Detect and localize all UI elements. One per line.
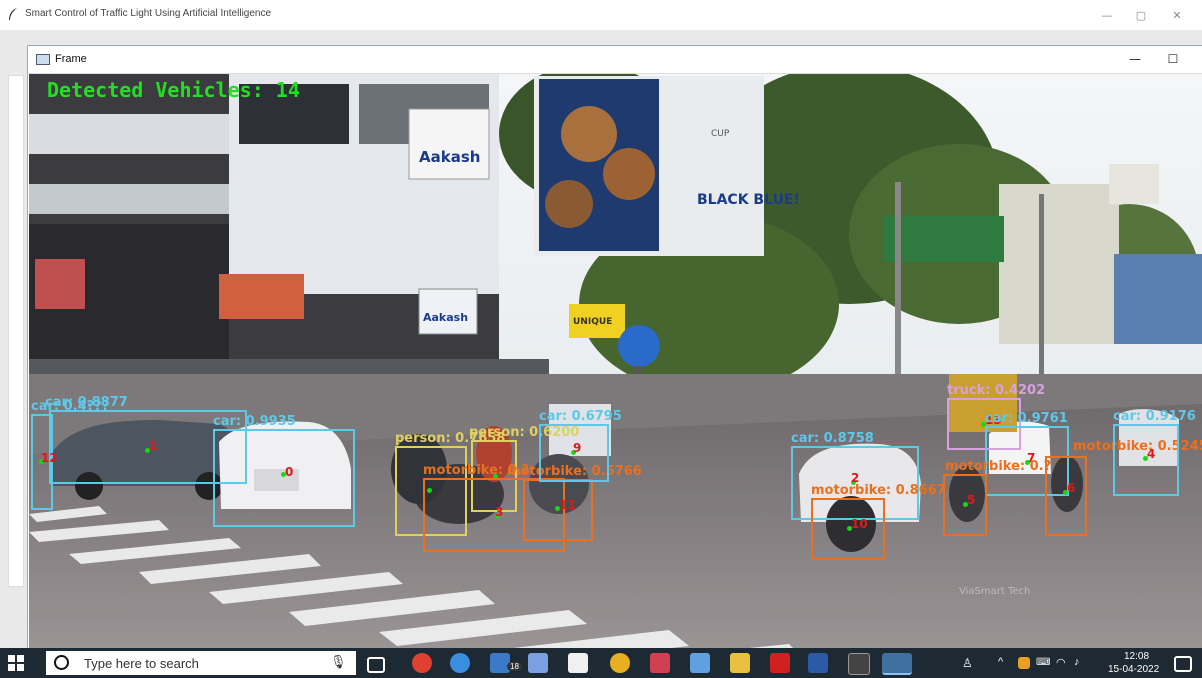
detection-box: [213, 429, 355, 527]
detection-track-id: 1: [149, 439, 158, 453]
word-icon[interactable]: [808, 653, 828, 673]
detection-track-id: 6: [1067, 481, 1076, 495]
detection-label: truck: 0.4202: [947, 383, 1046, 398]
app-title: Smart Control of Traffic Light Using Art…: [25, 8, 272, 19]
street-scene: Aakash Aakash BLACK BLUE! CUP UNIQUE Via…: [29, 74, 1202, 649]
people-icon[interactable]: ♙: [962, 656, 973, 670]
wifi-icon[interactable]: ◠: [1056, 656, 1066, 669]
detection-track-id: 5: [967, 493, 976, 507]
acrobat-icon[interactable]: [770, 653, 790, 673]
detection-track-id: 12: [41, 451, 58, 465]
detection-track-id: 0: [285, 465, 294, 479]
detection-track-id: 9: [573, 441, 582, 455]
aakash-sign-upper: Aakash: [419, 148, 480, 166]
app-minimize-button[interactable]: —: [1090, 0, 1124, 30]
svg-text:ViaSmart Tech: ViaSmart Tech: [959, 586, 1030, 597]
detection-label: motorbike: 0.?: [945, 459, 1052, 474]
detection-track-id: 10: [851, 517, 868, 531]
frame-window: Frame — ☐ Aakash Aakash BLACK BLUE! CUP …: [27, 45, 1202, 650]
taskbar: Type here to search 🎙 18 ♙ ^ ⌨ ◠ ♪ 12:08…: [0, 648, 1202, 678]
billboard-cup-text: CUP: [711, 129, 730, 139]
detection-box: [1045, 456, 1087, 536]
detection-track-id: 4: [1147, 447, 1156, 461]
file-explorer-icon[interactable]: [730, 653, 750, 673]
unique-sign: UNIQUE: [573, 317, 612, 327]
clock-date[interactable]: 15-04-2022: [1108, 664, 1159, 675]
search-circle-icon: [54, 655, 69, 670]
frame-maximize-button[interactable]: ☐: [1158, 49, 1188, 69]
task-view-icon[interactable]: [367, 657, 385, 673]
clock-time[interactable]: 12:08: [1124, 651, 1149, 662]
feather-icon: [9, 8, 17, 20]
detection-label: car: 0.6795: [539, 409, 622, 424]
detected-vehicles-counter: Detected Vehicles: 14: [47, 78, 300, 102]
windows-start-icon[interactable]: [8, 655, 24, 671]
chevron-up-icon[interactable]: ^: [998, 656, 1003, 668]
frame-window-icon: [36, 54, 50, 65]
app-close-button[interactable]: ✕: [1160, 0, 1194, 30]
app-icon-lightblue[interactable]: [690, 653, 710, 673]
app-icon-red[interactable]: [412, 653, 432, 673]
python-app-icon[interactable]: [882, 653, 912, 675]
terminal-icon[interactable]: [848, 653, 870, 675]
detection-label: car: 0.9935: [213, 414, 296, 429]
taskbar-search-input[interactable]: Type here to search 🎙: [46, 651, 356, 675]
chrome-icon[interactable]: [610, 653, 630, 673]
detection-track-id: 3: [495, 505, 504, 519]
microphone-icon[interactable]: 🎙: [330, 655, 347, 670]
notification-icon[interactable]: [1174, 656, 1192, 672]
detection-label: car: 0.4???: [31, 399, 110, 414]
frame-titlebar: Frame — ☐: [28, 46, 1202, 74]
app-titlebar: Smart Control of Traffic Light Using Art…: [0, 0, 1202, 30]
detection-label: car: 0.9761: [985, 411, 1068, 426]
volume-icon[interactable]: ♪: [1074, 656, 1080, 668]
billboard-text: BLACK BLUE!: [697, 192, 800, 208]
mail-badge: 18: [507, 662, 522, 671]
tray-app-icon[interactable]: [1018, 657, 1030, 669]
video-frame: Aakash Aakash BLACK BLUE! CUP UNIQUE Via…: [29, 74, 1202, 649]
search-placeholder: Type here to search: [84, 656, 199, 671]
app-maximize-button[interactable]: ▢: [1124, 0, 1158, 30]
app-icon-pink[interactable]: [650, 653, 670, 673]
frame-minimize-button[interactable]: —: [1120, 49, 1150, 69]
app-icon-blue[interactable]: [528, 653, 548, 673]
detection-label: car: 0.8758: [791, 431, 874, 446]
aakash-sign-lower: Aakash: [423, 311, 468, 324]
edge-browser-icon[interactable]: [450, 653, 470, 673]
store-icon[interactable]: [568, 653, 588, 673]
detection-label: motorbike: 0.8667: [811, 483, 946, 498]
frame-title: Frame: [55, 53, 87, 65]
detection-label: car: 0.9176: [1113, 409, 1196, 424]
background-window-strip: [8, 75, 24, 587]
keyboard-icon[interactable]: ⌨: [1036, 657, 1050, 668]
detection-track-id: 11: [559, 498, 576, 512]
